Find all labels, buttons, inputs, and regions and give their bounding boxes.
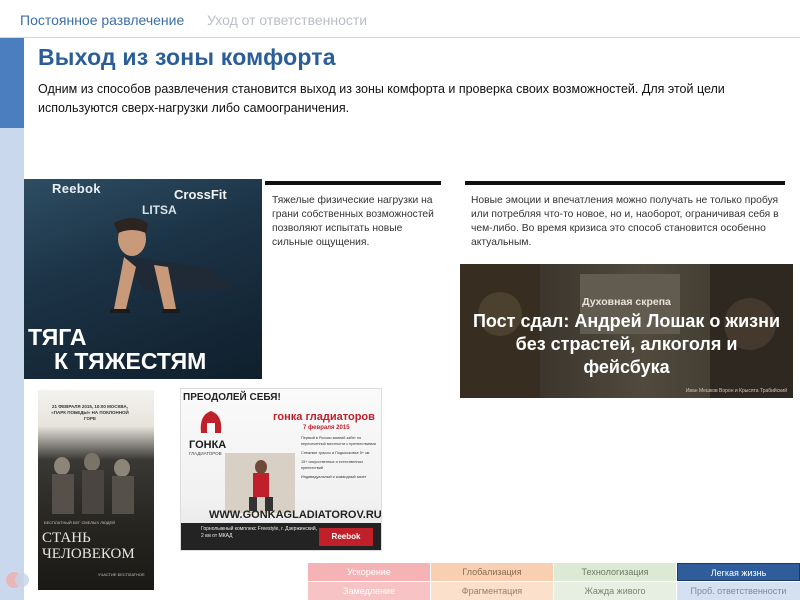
grid-cell-acceleration[interactable]: Ускорение <box>308 563 430 581</box>
poster-date: 21 ФЕВРАЛЯ 2015, 10:00 МОСКВА, «ПАРК ПОБ… <box>51 404 129 421</box>
person-pushup-icon <box>110 218 234 313</box>
slide-description: Одним из способов развлечения становится… <box>38 82 725 115</box>
gladiator-points: Первый в России зимний забег по пересече… <box>301 435 379 483</box>
reebok-caption: ТЯГА К ТЯЖЕСТЯМ <box>28 325 260 373</box>
poster-foot: УЧАСТИЕ БЕСПЛАТНОЕ <box>98 572 145 577</box>
grid-cell-thirst-for-living[interactable]: Жажда живого <box>554 582 676 600</box>
gladiator-race-poster: ПРЕОДОЛЕЙ СЕБЯ! ГОНКА ГЛАДИАТОРОВ гонка … <box>180 388 382 551</box>
gladiator-reebok-logo: Reebok <box>319 528 373 546</box>
gladiator-helmet-icon <box>200 411 222 433</box>
gladiator-title: гонка гладиаторов <box>273 411 375 423</box>
gladiator-bottom-band: Горнолыжный комплекс Freestyle, г. Дзерж… <box>181 523 381 550</box>
tab-escape-responsibility[interactable]: Уход от ответственности <box>207 12 367 28</box>
lossak-kicker: Духовная скрепа <box>582 296 671 308</box>
grid-cell-easy-life[interactable]: Легкая жизнь <box>677 563 800 581</box>
gladiator-top-text: ПРЕОДОЛЕЙ СЕБЯ! <box>183 392 281 403</box>
reebok-caption-line2: К ТЯЖЕСТЯМ <box>54 348 207 374</box>
lossak-credit: Иван Мешков Ворон и Крысята Трабийский <box>685 388 787 394</box>
corner-logo-icon <box>6 572 29 588</box>
grid-cell-fragmentation[interactable]: Фрагментация <box>431 582 553 600</box>
reebok-logo: Reebok <box>52 181 101 196</box>
column-divider-2 <box>465 181 785 185</box>
stan-chelovekom-poster: 21 ФЕВРАЛЯ 2015, 10:00 МОСКВА, «ПАРК ПОБ… <box>38 390 154 590</box>
crossfit-logo: CrossFit <box>174 187 227 202</box>
topic-grid: Ускорение Глобализация Технологизация Ле… <box>308 563 800 600</box>
gladiator-website: WWW.GONKAGLADIATOROV.RU <box>209 509 382 521</box>
poster-big: СТАНЬ ЧЕЛОВЕКОМ <box>42 530 135 562</box>
gladiator-point: 15+ искусственных и естественных препятс… <box>301 460 364 470</box>
grid-cell-responsibility[interactable]: Проб. ответственности <box>677 582 800 600</box>
poster-small: БЕСПЛАТНЫЙ БЕГ СМЕЛЫХ ЛЮДЕЙ <box>44 520 115 525</box>
column-divider-1 <box>265 181 441 185</box>
lossak-article-image: Духовная скрепа Пост сдал: Андрей Лошак … <box>460 264 793 398</box>
reebok-caption-line1: ТЯГА <box>28 324 87 350</box>
side-bar-light <box>0 128 24 600</box>
gladiator-date: 7 февраля 2015 <box>303 425 350 431</box>
gladiator-brand: ГОНКА <box>189 439 227 451</box>
climber-icon <box>225 453 295 513</box>
column-text-2: Новые эмоции и впечатления можно получат… <box>471 195 779 248</box>
grid-cell-deceleration[interactable]: Замедление <box>308 582 430 600</box>
grid-cell-technologization[interactable]: Технологизация <box>554 563 676 581</box>
top-navigation: Постоянное развлечение Уход от ответстве… <box>0 0 800 38</box>
reebok-pushup-image: Reebok CrossFit LITSA ТЯГА К ТЯЖЕСТЯМ <box>24 179 262 379</box>
column-text-1: Тяжелые физические нагрузки на грани соб… <box>272 195 434 248</box>
gladiator-venue: Горнолыжный комплекс Freestyle, г. Дзерж… <box>201 526 318 539</box>
lossak-headline: Пост сдал: Андрей Лошак о жизни без стра… <box>472 311 781 377</box>
slide-title: Выход из зоны комфорта <box>38 44 336 70</box>
gladiator-point: Снежные трассы и Подмосковье 5+ км <box>301 451 370 455</box>
gladiator-point: Первый в России зимний забег по пересече… <box>301 436 376 446</box>
runners-icon <box>52 453 134 514</box>
tab-constant-entertainment[interactable]: Постоянное развлечение <box>20 12 184 28</box>
gladiator-point: Индивидуальный и командный зачет <box>301 475 367 479</box>
grid-cell-globalization[interactable]: Глобализация <box>431 563 553 581</box>
gladiator-brand-sub: ГЛАДИАТОРОВ <box>189 451 222 456</box>
side-bar-dark <box>0 38 24 128</box>
